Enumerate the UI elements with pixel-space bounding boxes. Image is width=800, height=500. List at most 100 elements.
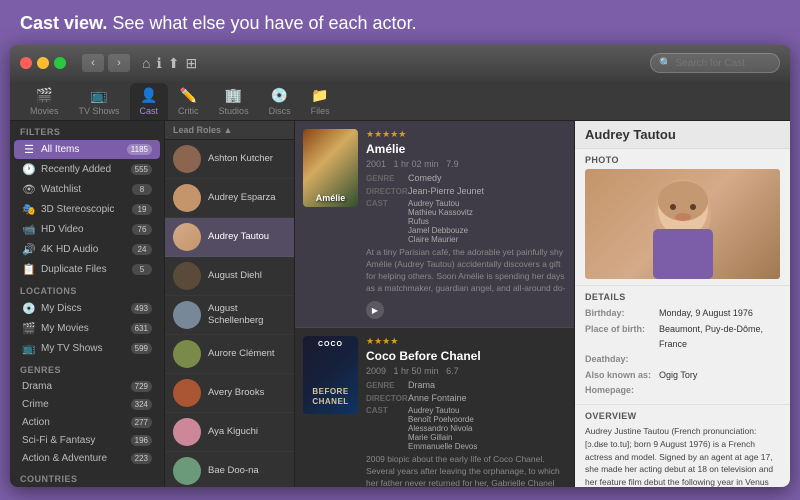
sidebar-action-label: Action — [22, 417, 126, 428]
sidebar-item-all-badge: 1185 — [127, 144, 152, 155]
amelie-genre-val: Comedy — [408, 173, 442, 183]
actor-name-bae: Bae Doo-na — [208, 465, 259, 477]
actor-avatar-audrey-t — [173, 223, 201, 251]
info-photo-section: Photo — [575, 149, 790, 286]
actor-item-avery[interactable]: Avery Brooks — [165, 374, 294, 413]
sidebar-item-recent-label: Recently Added — [41, 164, 126, 175]
close-button[interactable] — [20, 57, 32, 69]
sidebar-item-action[interactable]: Action 277 — [14, 414, 160, 431]
sidebar-item-my-tv[interactable]: 📺 My TV Shows 599 — [14, 339, 160, 358]
birthday-row: Birthday: Monday, 9 August 1976 — [585, 306, 780, 321]
home-icon[interactable]: ⌂ — [142, 55, 150, 72]
actor-item-aya[interactable]: Aya Kiguchi — [165, 413, 294, 452]
actor-item-ashton[interactable]: Ashton Kutcher — [165, 140, 294, 179]
sidebar-item-watchlist-badge: 8 — [132, 184, 152, 195]
sidebar-item-crime[interactable]: Crime 324 — [14, 396, 160, 413]
coco-director-label: DIRECTOR — [366, 394, 404, 403]
amelie-rating: 7.9 — [446, 159, 459, 169]
genres-section-title: Genres — [10, 359, 164, 377]
tab-tvshows[interactable]: 📺 TV Shows — [69, 83, 130, 120]
cast-panel: Lead Roles ▲ Ashton Kutcher Audrey Espar… — [165, 121, 295, 487]
actor-avatar-august-s — [173, 301, 201, 329]
movie-poster-coco: COCO BEFORECHANEL — [303, 336, 358, 414]
alias-row: Also known as: Ogig Tory — [585, 368, 780, 383]
coco-director-row: DIRECTOR Anne Fontaine — [366, 393, 566, 403]
tab-files[interactable]: 📁 Files — [301, 83, 340, 120]
sidebar-adventure-badge: 223 — [131, 453, 152, 464]
sidebar-item-4k[interactable]: 🔊 4K HD Audio 24 — [14, 240, 160, 259]
sidebar-scifi-label: Sci-Fi & Fantasy — [22, 435, 126, 446]
tab-studios[interactable]: 🏢 Studios — [209, 83, 259, 120]
hd-icon: 📹 — [22, 223, 36, 236]
duplicates-icon: 📋 — [22, 263, 36, 276]
sidebar-item-movies-badge: 631 — [131, 323, 152, 334]
actor-item-bae[interactable]: Bae Doo-na — [165, 452, 294, 487]
sidebar-item-adventure[interactable]: Action & Adventure 223 — [14, 450, 160, 467]
sidebar-item-all-label: All Items — [41, 144, 122, 155]
filters-section-title: Filters — [10, 121, 164, 139]
movie-info-coco: ★★★★ Coco Before Chanel 2009 1 hr 50 min… — [366, 336, 566, 487]
info-photo-title: Photo — [585, 155, 780, 165]
tab-movies[interactable]: 🎬 Movies — [20, 83, 69, 120]
tab-discs-label: Discs — [269, 106, 291, 116]
actor-name-avery: Avery Brooks — [208, 387, 264, 399]
forward-button[interactable]: › — [108, 54, 130, 72]
amelie-stars: ★★★★★ — [366, 129, 566, 140]
tab-cast[interactable]: 👤 Cast — [130, 83, 169, 120]
amelie-play-button[interactable]: ▶ — [366, 301, 384, 319]
movie-info-amelie: ★★★★★ Amélie 2001 1 hr 02 min 7.9 GENRE … — [366, 129, 566, 319]
sidebar-item-my-discs[interactable]: 💿 My Discs 493 — [14, 299, 160, 318]
sidebar-scifi-badge: 196 — [131, 435, 152, 446]
sidebar-item-watchlist-label: Watchlist — [41, 184, 127, 195]
sidebar-item-tv-badge: 599 — [131, 343, 152, 354]
sidebar-item-recent-badge: 555 — [131, 164, 152, 175]
actor-item-august-s[interactable]: August Schellenberg — [165, 296, 294, 335]
back-button[interactable]: ‹ — [82, 54, 104, 72]
recent-icon: 🕐 — [22, 163, 36, 176]
sidebar-item-duplicates-badge: 5 — [132, 264, 152, 275]
sidebar-item-3d[interactable]: 🎭 3D Stereoscopic 19 — [14, 200, 160, 219]
amelie-meta: 2001 1 hr 02 min 7.9 — [366, 159, 566, 169]
sidebar-drama-badge: 729 — [131, 381, 152, 392]
nav-buttons: ‹ › — [82, 54, 130, 72]
discs-icon: 💿 — [271, 87, 288, 104]
sidebar-item-scifi[interactable]: Sci-Fi & Fantasy 196 — [14, 432, 160, 449]
sidebar: Filters ☰ All Items 1185 🕐 Recently Adde… — [10, 121, 165, 487]
birthplace-label: Place of birth: — [585, 322, 655, 353]
movie-item-amelie[interactable]: Amélie ★★★★★ Amélie 2001 1 hr 02 min 7.9… — [295, 121, 574, 328]
sidebar-item-all[interactable]: ☰ All Items 1185 — [14, 140, 160, 159]
actor-item-audrey-t[interactable]: Audrey Tautou — [165, 218, 294, 257]
search-box[interactable]: 🔍 — [650, 53, 780, 73]
sidebar-item-my-movies[interactable]: 🎬 My Movies 631 — [14, 319, 160, 338]
sidebar-item-hd[interactable]: 📹 HD Video 76 — [14, 220, 160, 239]
coco-poster-top: COCO — [303, 341, 358, 348]
actor-avatar-aurore — [173, 340, 201, 368]
sidebar-item-recently-added[interactable]: 🕐 Recently Added 555 — [14, 160, 160, 179]
tab-discs[interactable]: 💿 Discs — [259, 83, 301, 120]
coco-cast-row: CAST Audrey Tautou Benoît Poelvoorde Ale… — [366, 406, 566, 451]
sidebar-action-badge: 277 — [131, 417, 152, 428]
search-input[interactable] — [675, 58, 771, 69]
coco-desc: 2009 biopic about the early life of Coco… — [366, 454, 566, 487]
actor-photo-svg — [643, 169, 723, 279]
movie-item-coco[interactable]: COCO BEFORECHANEL ★★★★ Coco Before Chane… — [295, 328, 574, 487]
actor-item-audrey-e[interactable]: Audrey Esparza — [165, 179, 294, 218]
sidebar-item-drama[interactable]: Drama 729 — [14, 378, 160, 395]
minimize-button[interactable] — [37, 57, 49, 69]
sidebar-item-watchlist[interactable]: 👁 Watchlist 8 — [14, 180, 160, 199]
tab-critic[interactable]: ✏️ Critic — [168, 83, 209, 120]
amelie-cast-val: Audrey Tautou Mathieu Kassovitz Rufus Ja… — [408, 199, 473, 244]
info-icon[interactable]: ℹ — [156, 55, 161, 72]
sidebar-item-duplicates[interactable]: 📋 Duplicate Files 5 — [14, 260, 160, 279]
actor-item-august-d[interactable]: August Diehl — [165, 257, 294, 296]
share-icon[interactable]: ⬆ — [168, 55, 180, 72]
actor-item-aurore[interactable]: Aurore Clément — [165, 335, 294, 374]
maximize-button[interactable] — [54, 57, 66, 69]
coco-cast-label: CAST — [366, 406, 404, 415]
amelie-director-row: DIRECTOR Jean-Pierre Jeunet — [366, 186, 566, 196]
sidebar-item-hd-label: HD Video — [41, 224, 127, 235]
birthplace-val: Beaumont, Puy-de-Dôme, France — [659, 322, 780, 353]
grid-icon[interactable]: ⊞ — [186, 55, 198, 72]
coco-meta: 2009 1 hr 50 min 6.7 — [366, 366, 566, 376]
actor-avatar-aya — [173, 418, 201, 446]
